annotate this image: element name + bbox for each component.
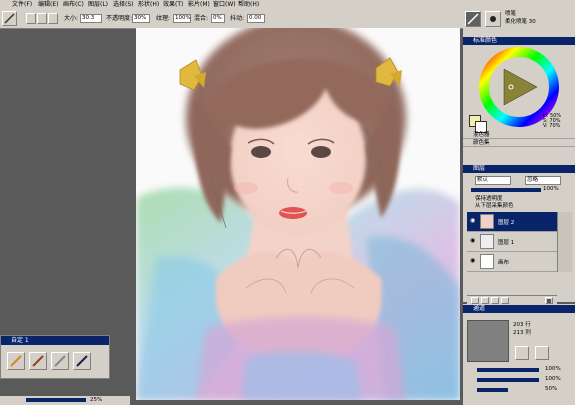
menu-edit[interactable]: 编辑(E) — [38, 0, 58, 9]
layer-row[interactable]: ◉ 图层 1 — [467, 232, 557, 252]
layer-opacity-value: 100% — [543, 186, 559, 192]
airbrush-icon — [467, 13, 479, 25]
blender-icon — [54, 355, 66, 367]
menu-help[interactable]: 帮助(H) — [238, 0, 259, 9]
custom-brush-4[interactable] — [73, 352, 91, 370]
painting — [136, 28, 460, 400]
brush-variant-button[interactable] — [485, 11, 501, 27]
navigator-tool-button-2[interactable] — [535, 346, 549, 360]
menu-effects[interactable]: 效果(T) — [163, 0, 183, 9]
brush-icon — [4, 13, 15, 24]
pick-up-underlying-color-option[interactable]: 从下层采集颜色 — [475, 202, 514, 210]
brush-style-button-3[interactable] — [48, 13, 58, 24]
navigator-slider-1-value: 100% — [545, 366, 561, 372]
navigator-preview[interactable] — [467, 320, 509, 362]
brush-category-label: 喷笔 — [505, 11, 517, 17]
mixer-panel-collapsed[interactable]: 混色器 — [463, 132, 575, 139]
brush-category-button[interactable] — [465, 11, 481, 27]
opacity-field[interactable]: 30% — [132, 14, 150, 23]
eye-icon[interactable]: ◉ — [470, 258, 476, 264]
blend-label: 混合: — [194, 15, 209, 22]
color-panel: 标准颜色 H: 50% S: 70% V: 70% 混色器 颜色集 — [463, 30, 575, 160]
navigator-slider-3-value: 50% — [545, 386, 558, 392]
navigator-panel: 通道 203 行 213 列 100% 100% 50% — [463, 304, 575, 405]
layer-name: 图层 1 — [498, 240, 515, 246]
color-panel-title[interactable]: 标准颜色 — [463, 37, 575, 45]
layer-mask-button[interactable] — [491, 297, 499, 304]
grain-label: 纹理: — [156, 15, 171, 22]
menu-movie[interactable]: 影片(M) — [188, 0, 210, 9]
delete-layer-button[interactable] — [545, 297, 553, 304]
composite-method-select[interactable]: 默认 — [475, 176, 511, 185]
brush-dab-icon — [490, 16, 496, 22]
brush-tool-button[interactable] — [2, 11, 17, 26]
layer-thumbnail — [480, 214, 494, 229]
custom-palette: 自定 1 — [0, 335, 110, 379]
menu-shapes[interactable]: 形状(H) — [138, 0, 159, 9]
layer-thumbnail — [480, 254, 494, 269]
size-field[interactable]: 30.3 — [80, 14, 102, 23]
layer-row[interactable]: ◉ 图层 2 — [467, 212, 557, 232]
layer-thumbnail — [480, 234, 494, 249]
jitter-label: 抖动: — [230, 15, 245, 22]
menu-layers[interactable]: 图层(L) — [88, 0, 108, 9]
custom-brush-2[interactable] — [29, 352, 47, 370]
eye-icon[interactable]: ◉ — [470, 218, 476, 224]
navigator-slider-3[interactable] — [477, 388, 508, 392]
zoom-slider[interactable] — [26, 398, 86, 402]
brush-variant-label[interactable]: 柔化喷笔 30 — [505, 18, 536, 26]
layers-panel-title[interactable]: 图层 — [463, 165, 575, 173]
canvas[interactable] — [136, 28, 460, 400]
navigator-slider-2-value: 100% — [545, 376, 561, 382]
color-sets-panel-collapsed[interactable]: 颜色集 — [463, 140, 575, 147]
columns-readout: 213 列 — [513, 330, 531, 336]
menu-canvas[interactable]: 画布(C) — [63, 0, 84, 9]
navigator-slider-2[interactable] — [477, 378, 539, 382]
layers-scrollbar[interactable] — [557, 212, 572, 272]
opacity-label: 不透明度: — [106, 15, 133, 22]
layer-name: 图层 2 — [498, 220, 515, 226]
property-bar: 大小: 30.3 不透明度: 30% 纹理: 100% 混合: 0% 抖动: 0… — [0, 9, 463, 29]
menu-window[interactable]: 窗口(W) — [213, 0, 236, 9]
custom-brush-3[interactable] — [51, 352, 69, 370]
navigator-slider-1[interactable] — [477, 368, 539, 372]
eye-icon[interactable]: ◉ — [470, 238, 476, 244]
rows-readout: 203 行 — [513, 322, 531, 328]
menu-file[interactable]: 文件(F) — [12, 0, 32, 9]
new-layer-button[interactable] — [471, 297, 479, 304]
jitter-field[interactable]: 0.00 — [247, 14, 265, 23]
layer-opacity-slider[interactable] — [471, 188, 541, 192]
custom-palette-title[interactable]: 自定 1 — [1, 336, 109, 345]
dynamic-plugin-button[interactable] — [501, 297, 509, 304]
layer-options-button[interactable] — [481, 297, 489, 304]
zoom-level: 25% — [90, 397, 103, 403]
grain-field[interactable]: 100% — [173, 14, 191, 23]
marker-icon — [32, 355, 44, 367]
airbrush-icon — [76, 355, 88, 367]
menu-select[interactable]: 选择(S) — [113, 0, 134, 9]
layer-row[interactable]: ◉ 画布 — [467, 252, 557, 272]
brush-style-button-2[interactable] — [37, 13, 47, 24]
pencil-icon — [10, 355, 22, 367]
color-readout-v: V: 70% — [543, 123, 561, 129]
blend-field[interactable]: 0% — [211, 14, 225, 23]
brush-style-button-1[interactable] — [26, 13, 36, 24]
navigator-panel-title[interactable]: 通道 — [463, 305, 575, 313]
status-bar: 25% — [0, 396, 130, 405]
layer-name: 画布 — [498, 260, 510, 266]
navigator-tool-button-1[interactable] — [515, 346, 529, 360]
brush-selector: 喷笔 柔化喷笔 30 — [463, 9, 575, 31]
composite-depth-select[interactable]: 忽略 — [525, 176, 561, 185]
size-label: 大小: — [64, 15, 79, 22]
trash-icon — [547, 299, 551, 303]
custom-brush-1[interactable] — [7, 352, 25, 370]
